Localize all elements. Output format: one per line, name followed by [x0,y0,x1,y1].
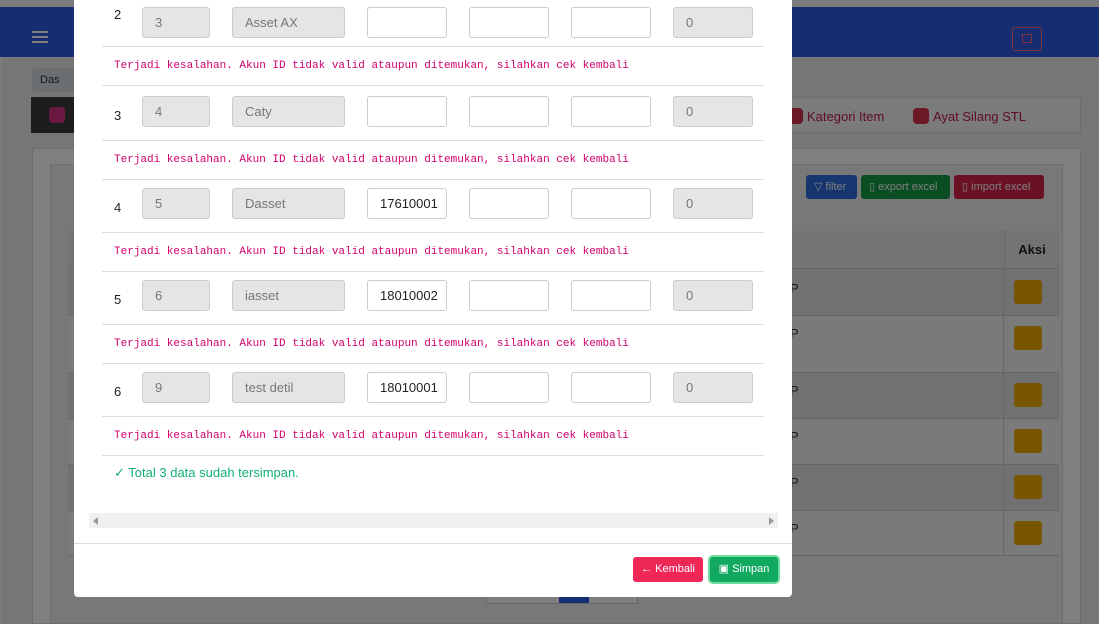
check-icon: ✓ [114,465,125,480]
value-field: 0 [673,7,753,38]
success-message: ✓ Total 3 data sudah tersimpan. [114,465,299,481]
save-button[interactable]: ▣ Simpan [710,557,778,582]
scroll-right-icon[interactable] [769,517,774,525]
scroll-left-icon[interactable] [93,517,98,525]
save-label: Simpan [732,563,770,575]
value-field: 0 [673,372,753,403]
error-message: Terjadi kesalahan. Akun ID tidak valid a… [114,246,629,258]
name-field: iasset [232,280,345,311]
input-field[interactable] [571,280,651,311]
input-field[interactable] [571,188,651,219]
input-field[interactable] [571,7,651,38]
back-label: Kembali [655,563,695,575]
import-row: 3 4 Caty 0 Terjadi kesalahan. Akun ID ti… [102,96,764,194]
success-text: Total 3 data sudah tersimpan. [128,465,299,480]
horizontal-scrollbar[interactable] [89,513,778,528]
name-field: Dasset [232,188,345,219]
modal-footer-divider [74,543,792,544]
id-field: 9 [142,372,210,403]
name-field: test detil [232,372,345,403]
input-field[interactable] [469,372,549,403]
import-result-modal: 2 3 Asset AX 0 Terjadi kesalahan. Akun I… [74,0,792,597]
import-row: 2 3 Asset AX 0 Terjadi kesalahan. Akun I… [102,7,764,105]
input-field[interactable] [469,280,549,311]
name-field: Caty [232,96,345,127]
import-row: 5 6 iasset 18010002 0 Terjadi kesalahan.… [102,280,764,378]
name-field: Asset AX [232,7,345,38]
id-field: 6 [142,280,210,311]
arrow-left-icon: ← [641,563,653,575]
akun-id-input[interactable] [367,96,447,127]
error-message: Terjadi kesalahan. Akun ID tidak valid a… [114,430,629,442]
row-number: 2 [114,7,122,22]
row-number: 5 [114,292,122,307]
error-message: Terjadi kesalahan. Akun ID tidak valid a… [114,338,629,350]
value-field: 0 [673,96,753,127]
akun-id-input[interactable] [367,7,447,38]
input-field[interactable] [469,96,549,127]
input-field[interactable] [469,188,549,219]
akun-id-input[interactable]: 18010001 [367,372,447,403]
save-icon: ▣ [718,563,730,575]
id-field: 5 [142,188,210,219]
input-field[interactable] [571,96,651,127]
error-row: Terjadi kesalahan. Akun ID tidak valid a… [102,140,764,180]
row-number: 3 [114,108,122,123]
input-field[interactable] [571,372,651,403]
value-field: 0 [673,280,753,311]
error-row: Terjadi kesalahan. Akun ID tidak valid a… [102,46,764,86]
id-field: 3 [142,7,210,38]
row-number: 6 [114,384,122,399]
back-button[interactable]: ← Kembali [633,557,703,582]
akun-id-input[interactable]: 17610001 [367,188,447,219]
import-row: 6 9 test detil 18010001 0 Terjadi kesala… [102,372,764,470]
error-row: Terjadi kesalahan. Akun ID tidak valid a… [102,416,764,456]
error-message: Terjadi kesalahan. Akun ID tidak valid a… [114,60,629,72]
error-row: Terjadi kesalahan. Akun ID tidak valid a… [102,324,764,364]
error-row: Terjadi kesalahan. Akun ID tidak valid a… [102,232,764,272]
id-field: 4 [142,96,210,127]
import-row: 4 5 Dasset 17610001 0 Terjadi kesalahan.… [102,188,764,286]
value-field: 0 [673,188,753,219]
row-number: 4 [114,200,122,215]
akun-id-input[interactable]: 18010002 [367,280,447,311]
input-field[interactable] [469,7,549,38]
error-message: Terjadi kesalahan. Akun ID tidak valid a… [114,154,629,166]
